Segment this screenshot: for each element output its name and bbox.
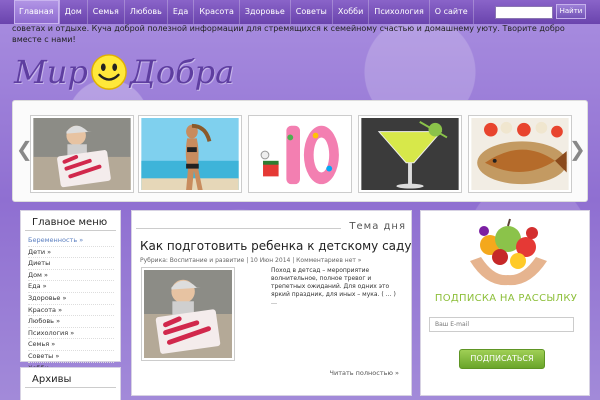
nav-item-beauty[interactable]: Красота	[194, 0, 240, 24]
subscribe-title: ПОДПИСКА НА РАССЫЛКУ	[434, 293, 578, 304]
nav-item-psychology[interactable]: Психология	[369, 0, 430, 24]
category-item-diets[interactable]: Диеты	[28, 258, 114, 270]
logo-text-part1: Мир	[14, 53, 88, 91]
post-title-link[interactable]: Как подготовить ребенка к детскому саду	[140, 239, 411, 253]
carousel-thumb-number10[interactable]	[248, 115, 352, 193]
nav-item-health[interactable]: Здоровье	[240, 0, 291, 24]
nav-item-love[interactable]: Любовь	[125, 0, 168, 24]
nav-item-family[interactable]: Семья	[88, 0, 125, 24]
post-meta: Рубрика: Воспитание и развитие | 10 Июн …	[140, 257, 362, 264]
site-logo[interactable]: Мир Добра	[14, 50, 234, 94]
category-item-health[interactable]: Здоровье »	[28, 293, 114, 305]
category-item-beauty[interactable]: Красота »	[28, 305, 114, 317]
subscribe-button[interactable]: ПОДПИСАТЬСЯ	[459, 349, 545, 369]
carousel-thumb-kid[interactable]	[30, 115, 134, 193]
section-divider	[136, 228, 341, 229]
carousel-thumb-cocktail[interactable]	[358, 115, 462, 193]
nav-item-home[interactable]: Главная	[14, 0, 60, 24]
nav-item-house[interactable]: Дом	[60, 0, 88, 24]
nav-item-hobby[interactable]: Хобби	[333, 0, 370, 24]
read-more-link[interactable]: Читать полностью »	[330, 369, 399, 377]
post-thumbnail[interactable]	[141, 267, 235, 361]
kid-with-sign-image	[144, 270, 232, 358]
category-item-tips[interactable]: Советы »	[28, 351, 114, 363]
section-title: Тема дня	[349, 221, 406, 232]
search-input[interactable]	[495, 6, 553, 19]
number-ten-gift-image	[251, 118, 349, 190]
category-item-house[interactable]: Дом »	[28, 270, 114, 282]
sidebar-main-menu: Главное меню Беременность » Дети » Диеты…	[20, 210, 121, 375]
kid-with-sign-image	[33, 118, 131, 190]
beach-woman-image	[141, 118, 239, 190]
nav-item-food[interactable]: Еда	[168, 0, 195, 24]
category-item-kids[interactable]: Дети »	[28, 247, 114, 259]
email-field[interactable]: Ваш E-mail	[429, 317, 574, 332]
category-item-family[interactable]: Семья »	[28, 339, 114, 351]
carousel-thumb-beach[interactable]	[138, 115, 242, 193]
image-carousel: ❮ ❯	[12, 100, 588, 202]
category-list: Беременность » Дети » Диеты Дом » Еда » …	[21, 231, 120, 375]
category-item-love[interactable]: Любовь »	[28, 316, 114, 328]
category-item-psychology[interactable]: Психология »	[28, 328, 114, 340]
site-tagline: советах и отдыхе. Куча доброй полезной и…	[12, 24, 565, 44]
sidebar-archives: Архивы	[20, 367, 121, 400]
carousel-thumb-fish[interactable]	[468, 115, 572, 193]
archives-title: Архивы	[25, 368, 116, 388]
baked-fish-image	[471, 118, 569, 190]
smiley-icon	[91, 54, 127, 90]
post-excerpt: Поход в детсад – мероприятие волнительно…	[271, 267, 396, 306]
nav-item-tips[interactable]: Советы	[291, 0, 333, 24]
search-button[interactable]: Найти	[556, 4, 586, 19]
category-item-pregnancy[interactable]: Беременность »	[28, 235, 114, 247]
nav-item-about[interactable]: О сайте	[430, 0, 474, 24]
category-item-food[interactable]: Еда »	[28, 281, 114, 293]
fruit-hands-image	[470, 218, 547, 286]
cocktail-image	[361, 118, 459, 190]
sidebar-menu-title: Главное меню	[25, 211, 116, 231]
logo-text-part2: Добра	[129, 53, 235, 91]
subscribe-widget: ПОДПИСКА НА РАССЫЛКУ Ваш E-mail ПОДПИСАТ…	[420, 210, 590, 396]
featured-post-panel: Тема дня Как подготовить ребенка к детск…	[131, 210, 412, 396]
